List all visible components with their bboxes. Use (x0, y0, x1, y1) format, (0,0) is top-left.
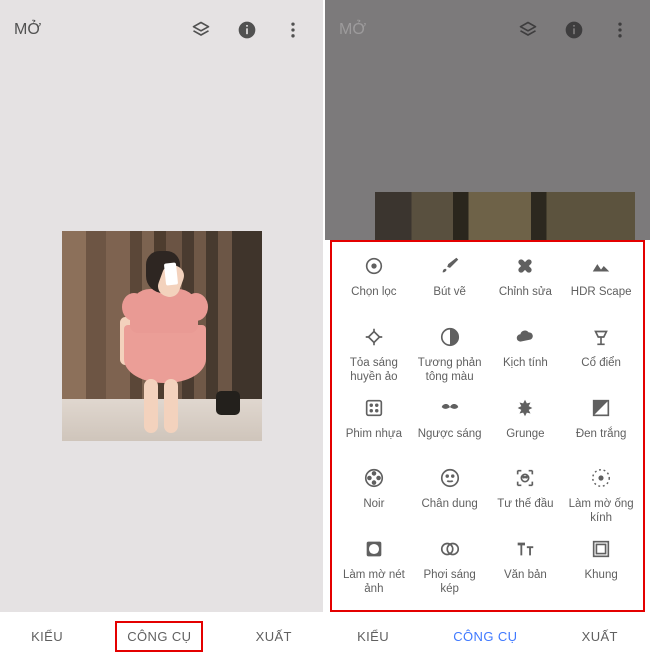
tool-label: Đen trắng (576, 428, 627, 442)
image-canvas[interactable] (0, 60, 323, 612)
tool-label: Tương phản tông màu (414, 357, 486, 385)
tool-label: Phim nhựa (346, 428, 402, 442)
tool-hdr-scape[interactable]: HDR Scape (563, 252, 639, 321)
tab-tools[interactable]: CÔNG CỤ (443, 623, 527, 650)
tool-label: Kịch tính (503, 357, 548, 371)
bottom-tabs: KIỂU CÔNG CỤ XUẤT (325, 612, 650, 660)
film-reel-icon (360, 464, 388, 492)
top-bar: MỞ (0, 0, 323, 60)
splash-icon (511, 394, 539, 422)
frame-icon (587, 535, 615, 563)
tool-vignette[interactable]: Làm mờ nét ảnh (336, 535, 412, 604)
target-icon (360, 252, 388, 280)
editor-screen-tools-open: MỞ Chọn lọc Bút vẽ Chỉnh sửa (325, 0, 650, 660)
tool-double-exposure[interactable]: Phơi sáng kép (412, 535, 488, 604)
tool-portrait[interactable]: Chân dung (412, 464, 488, 533)
bottom-tabs: KIỂU CÔNG CỤ XUẤT (0, 612, 323, 660)
tool-label: Chọn lọc (351, 286, 396, 300)
tools-panel: Chọn lọc Bút vẽ Chỉnh sửa HDR Scape Tỏa … (330, 240, 645, 612)
tool-label: Khung (584, 569, 617, 583)
tool-text[interactable]: Văn bản (488, 535, 564, 604)
tool-healing[interactable]: Chỉnh sửa (488, 252, 564, 321)
glow-icon (360, 323, 388, 351)
overlap-circles-icon (436, 535, 464, 563)
open-label[interactable]: MỞ (339, 21, 366, 39)
blur-dots-icon (587, 464, 615, 492)
face-focus-icon (511, 464, 539, 492)
grain-icon (360, 394, 388, 422)
mustache-icon (436, 394, 464, 422)
tool-grunge[interactable]: Grunge (488, 394, 564, 463)
tool-vintage[interactable]: Cổ điển (563, 323, 639, 392)
tool-label: Cổ điển (581, 357, 621, 371)
cloud-icon (511, 323, 539, 351)
more-vert-icon[interactable] (604, 14, 636, 46)
mountains-icon (587, 252, 615, 280)
tool-retrolux[interactable]: Ngược sáng (412, 394, 488, 463)
tool-label: Noir (363, 498, 384, 512)
tool-label: Phơi sáng kép (414, 569, 486, 597)
open-label[interactable]: MỞ (14, 21, 41, 39)
more-vert-icon[interactable] (277, 14, 309, 46)
tool-drama[interactable]: Kịch tính (488, 323, 564, 392)
tool-selective[interactable]: Chọn lọc (336, 252, 412, 321)
tool-label: Tư thế đầu (497, 498, 553, 512)
tool-glamour-glow[interactable]: Tỏa sáng huyền ảo (336, 323, 412, 392)
tab-export[interactable]: XUẤT (572, 623, 628, 650)
face-icon (436, 464, 464, 492)
tool-label: HDR Scape (571, 286, 632, 300)
tab-export[interactable]: XUẤT (246, 623, 302, 650)
tool-label: Làm mờ ống kính (565, 498, 637, 526)
tab-styles[interactable]: KIỂU (21, 623, 73, 650)
bw-square-icon (587, 394, 615, 422)
tool-label: Grunge (506, 428, 544, 442)
tool-label: Chỉnh sửa (499, 286, 552, 300)
layers-icon[interactable] (185, 14, 217, 46)
vignette-icon (360, 535, 388, 563)
dimmed-background: MỞ (325, 0, 650, 240)
tab-styles[interactable]: KIỂU (347, 623, 399, 650)
brush-icon (436, 252, 464, 280)
tool-grainy-film[interactable]: Phim nhựa (336, 394, 412, 463)
tool-head-pose[interactable]: Tư thế đầu (488, 464, 564, 533)
tool-label: Ngược sáng (418, 428, 482, 442)
tool-black-white[interactable]: Đen trắng (563, 394, 639, 463)
tool-brush[interactable]: Bút vẽ (412, 252, 488, 321)
tool-frames[interactable]: Khung (563, 535, 639, 604)
info-icon[interactable] (231, 14, 263, 46)
tab-tools[interactable]: CÔNG CỤ (115, 621, 203, 652)
editor-screen-main: MỞ (0, 0, 325, 660)
info-icon[interactable] (558, 14, 590, 46)
text-icon (511, 535, 539, 563)
layers-icon[interactable] (512, 14, 544, 46)
photo-preview-strip (375, 192, 635, 240)
tool-label: Bút vẽ (433, 286, 466, 300)
tool-lens-blur[interactable]: Làm mờ ống kính (563, 464, 639, 533)
tool-label: Văn bản (504, 569, 547, 583)
tool-label: Chân dung (421, 498, 477, 512)
lamp-icon (587, 323, 615, 351)
tool-tonal-contrast[interactable]: Tương phản tông màu (412, 323, 488, 392)
edited-photo (62, 231, 262, 441)
tool-noir[interactable]: Noir (336, 464, 412, 533)
tool-label: Tỏa sáng huyền ảo (338, 357, 410, 385)
half-circle-icon (436, 323, 464, 351)
tool-label: Làm mờ nét ảnh (338, 569, 410, 597)
top-bar: MỞ (325, 0, 650, 60)
bandage-icon (511, 252, 539, 280)
